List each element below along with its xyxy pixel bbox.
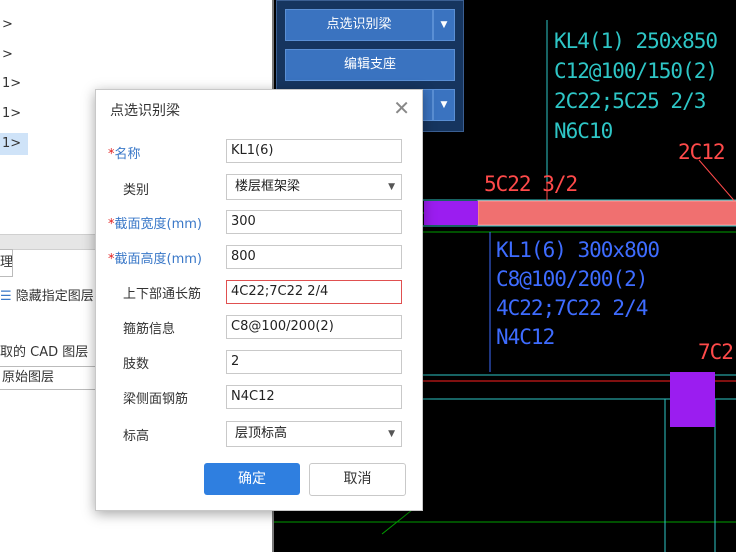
chevron-down-icon[interactable]: ▼ — [433, 89, 455, 121]
elevation-select[interactable]: 层顶标高 ▼ — [226, 421, 402, 447]
annotation-line: KL4(1) 250x850 — [554, 29, 718, 53]
annotation-2c12: 2C12 — [678, 140, 726, 164]
legs-label: 肢数 — [123, 357, 150, 372]
category-select[interactable]: 楼层框架梁 ▼ — [226, 174, 402, 200]
tree-row[interactable]: > — [0, 44, 13, 66]
tree-row[interactable]: 1> — [0, 73, 21, 95]
panel-tab[interactable]: 理 — [0, 249, 13, 277]
width-input[interactable]: 300 — [226, 210, 402, 234]
field-label: 截面宽度(mm) — [114, 217, 202, 232]
annotation-kl4: KL4(1) 250x850 C12@100/150(2) 2C22;5C25 … — [554, 26, 718, 146]
annotation-5c22: 5C22 3/2 — [484, 172, 578, 196]
chevron-down-icon[interactable]: ▼ — [433, 9, 455, 41]
stirrup-label: 箍筋信息 — [123, 322, 176, 337]
annotation-line: 2C22;5C25 2/3 — [554, 89, 706, 113]
stirrup-input[interactable]: C8@100/200(2) — [226, 315, 402, 339]
chevron-down-icon: ▼ — [388, 182, 395, 192]
name-input[interactable]: KL1(6) — [226, 139, 402, 163]
elevation-value: 层顶标高 — [235, 426, 288, 441]
annotation-line: C12@100/150(2) — [554, 59, 718, 83]
height-input[interactable]: 800 — [226, 245, 402, 269]
annotation-line: C8@100/200(2) — [496, 267, 648, 291]
layer-icon: ☰ — [0, 289, 12, 304]
cancel-button[interactable]: 取消 — [309, 463, 406, 496]
annotation-line: N4C12 — [496, 325, 555, 349]
close-icon[interactable]: ✕ — [393, 96, 410, 120]
cad-layer-label: 取的 CAD 图层 — [0, 345, 89, 360]
category-value: 楼层框架梁 — [235, 179, 301, 194]
hide-layer-option[interactable]: ☰ 隐藏指定图层 — [0, 286, 94, 308]
ok-button[interactable]: 确定 — [204, 463, 300, 495]
identify-beam-dialog: 点选识别梁 ✕ *名称 KL1(6) 类别 楼层框架梁 ▼ *截面宽度(mm) … — [95, 89, 423, 511]
field-label: 截面高度(mm) — [114, 252, 202, 267]
annotation-line: 4C22;7C22 2/4 — [496, 296, 648, 320]
height-label: *截面高度(mm) — [108, 248, 202, 267]
column — [670, 372, 715, 427]
name-label: *名称 — [108, 143, 141, 162]
identify-beam-button[interactable]: 点选识别梁 — [285, 9, 433, 41]
annotation-kl1: KL1(6) 300x800 C8@100/200(2) 4C22;7C22 2… — [496, 236, 660, 352]
elevation-label: 标高 — [123, 429, 150, 444]
selected-beam — [477, 200, 736, 226]
tree-row[interactable]: 1> — [0, 103, 21, 125]
width-label: *截面宽度(mm) — [108, 213, 202, 232]
side-rebar-label: 梁侧面钢筋 — [123, 392, 189, 407]
dialog-title: 点选识别梁 — [110, 103, 180, 119]
column — [424, 201, 478, 225]
legs-input[interactable]: 2 — [226, 350, 402, 374]
side-rebar-input[interactable]: N4C12 — [226, 385, 402, 409]
annotation-line: KL1(6) 300x800 — [496, 238, 660, 262]
long-rebar-label: 上下部通长筋 — [123, 287, 202, 302]
tree-row-selected[interactable]: 1> — [0, 133, 28, 155]
original-layer-label: 原始图层 — [2, 370, 55, 385]
tree-row[interactable]: > — [0, 14, 13, 36]
annotation-7c2: 7C2 — [698, 340, 734, 364]
edit-support-button[interactable]: 编辑支座 — [285, 49, 455, 81]
chevron-down-icon: ▼ — [388, 429, 395, 439]
field-label: 名称 — [114, 147, 141, 162]
leader-line — [698, 159, 736, 204]
long-rebar-input[interactable]: 4C22;7C22 2/4 — [226, 280, 402, 304]
category-label: 类别 — [123, 183, 150, 198]
hide-layer-label: 隐藏指定图层 — [15, 289, 94, 304]
